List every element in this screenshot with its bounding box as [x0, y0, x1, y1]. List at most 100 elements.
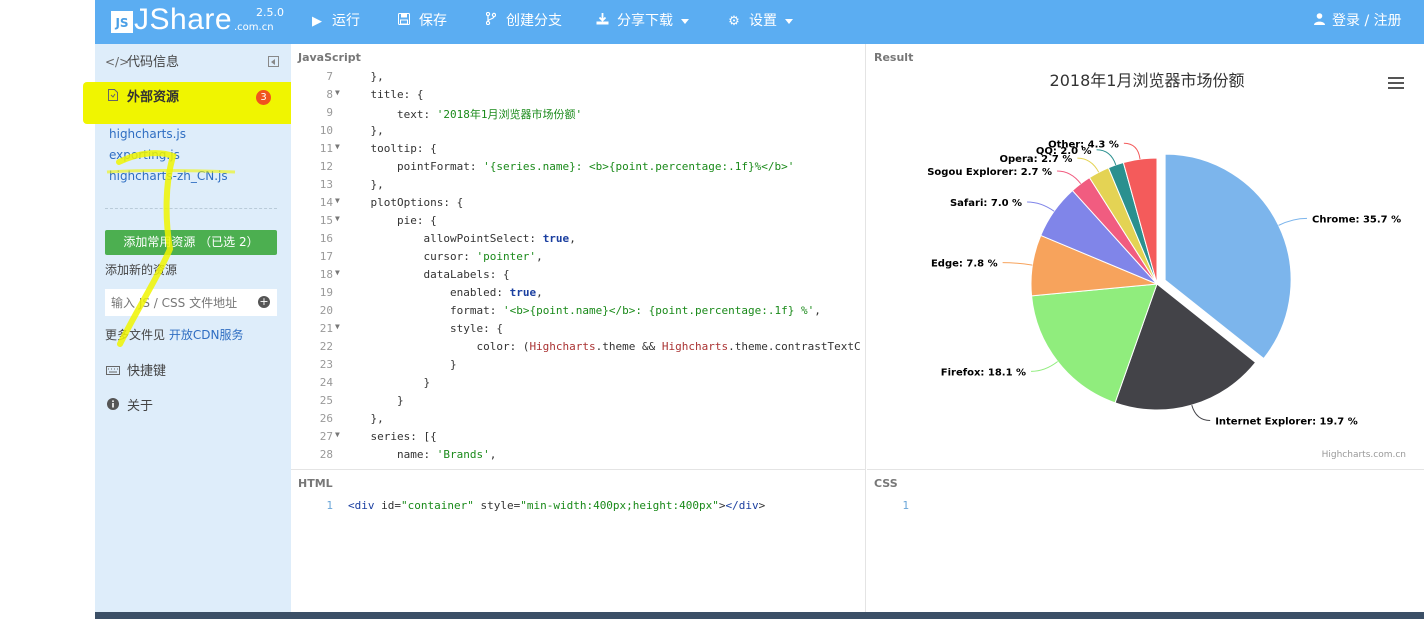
- css-editor-panel[interactable]: CSS 1: [867, 469, 1424, 612]
- code-line[interactable]: 1 <div id="container" style="min-width:40…: [291, 499, 866, 517]
- data-label-connector: [1191, 404, 1211, 421]
- line-number: 17: [319, 250, 333, 263]
- save-button[interactable]: 保存: [397, 0, 447, 44]
- resource-url-input[interactable]: [105, 289, 277, 316]
- code-text: pie: {: [344, 214, 437, 227]
- code-line[interactable]: 27 ▼ series: [{: [291, 430, 865, 448]
- code-text: cursor: 'pointer',: [344, 250, 543, 263]
- divider: [105, 208, 277, 209]
- run-button[interactable]: ▶ 运行: [310, 0, 360, 44]
- sidebar-item-label: 关于: [127, 399, 154, 414]
- create-branch-label: 创建分支: [506, 13, 562, 29]
- resource-count-badge: 3: [256, 90, 271, 105]
- login-register-label: 登录 / 注册: [1332, 13, 1402, 29]
- code-text: allowPointSelect: true,: [344, 232, 576, 245]
- javascript-editor-panel[interactable]: JavaScript 7 }, 8 ▼ title: {9 text: '2018年…: [291, 44, 866, 469]
- code-text: name: 'Brands',: [344, 448, 497, 461]
- data-label: Edge: 7.8 %: [931, 259, 998, 270]
- library-link[interactable]: highcharts.js: [109, 125, 186, 143]
- fold-toggle-icon[interactable]: ▼: [335, 268, 340, 277]
- code-line[interactable]: 18 ▼ dataLabels: {: [291, 268, 865, 286]
- code-line[interactable]: 8 ▼ title: {: [291, 88, 865, 106]
- pie-chart: 2018年1月浏览器市场份额 Chrome: 35.7 % Internet Ex…: [927, 71, 1406, 460]
- fold-toggle-icon[interactable]: ▼: [335, 196, 340, 205]
- line-number: 11: [319, 142, 333, 155]
- code-line[interactable]: 16 allowPointSelect: true,: [291, 232, 865, 250]
- line-number: 28: [319, 448, 333, 461]
- fold-toggle-icon[interactable]: ▼: [335, 322, 340, 331]
- result-panel: Result 2018年1月浏览器市场份额 Chrome: 35.7 % Inte…: [867, 44, 1424, 469]
- sidebar-item-shortcuts[interactable]: 快捷键: [105, 359, 166, 383]
- sidebar-item-code-info[interactable]: </>代码信息: [105, 50, 179, 74]
- code-line[interactable]: 22 color: (Highcharts.theme && Highchart…: [291, 340, 865, 358]
- line-number: 16: [319, 232, 333, 245]
- library-link[interactable]: highcharts-zh_CN.js: [109, 167, 228, 185]
- line-number: 22: [319, 340, 333, 353]
- code-icon: </>: [105, 55, 130, 69]
- add-common-resource-button[interactable]: 添加常用资源 （已选 2）: [105, 230, 277, 255]
- data-label-connector: [1027, 201, 1055, 212]
- code-line[interactable]: 12 pointFormat: '{series.name}: <b>{poin…: [291, 160, 865, 178]
- save-label: 保存: [419, 13, 447, 29]
- code-line[interactable]: 24 }: [291, 376, 865, 394]
- html-editor-panel[interactable]: HTML 1 <div id="container" style="min-wid…: [291, 469, 866, 612]
- code-line[interactable]: 20 format: '<b>{point.name}</b>: {point.…: [291, 304, 865, 322]
- code-line[interactable]: 25 }: [291, 394, 865, 412]
- user-icon: [1312, 1, 1326, 43]
- code-line[interactable]: 28 name: 'Brands',: [291, 448, 865, 466]
- code-text: },: [344, 412, 384, 425]
- line-number: 19: [319, 286, 333, 299]
- share-download-menu[interactable]: 分享下载: [595, 0, 689, 44]
- panel-title: JavaScript: [298, 51, 361, 64]
- logo-version: 2.5.0: [256, 6, 284, 19]
- html-code[interactable]: 1 <div id="container" style="min-width:40…: [291, 499, 866, 517]
- code-line[interactable]: 11 ▼ tooltip: {: [291, 142, 865, 160]
- line-number: 24: [319, 376, 333, 389]
- code-line[interactable]: 26 },: [291, 412, 865, 430]
- plus-circle-icon[interactable]: +: [258, 296, 270, 308]
- code-line[interactable]: 1: [867, 499, 1424, 517]
- data-label-connector: [1077, 157, 1100, 173]
- fold-toggle-icon[interactable]: ▼: [335, 88, 340, 97]
- code-line[interactable]: 10 },: [291, 124, 865, 142]
- code-line[interactable]: 7 },: [291, 70, 865, 88]
- info-icon: [105, 394, 121, 418]
- settings-menu[interactable]: ⚙ 设置: [727, 0, 793, 44]
- code-line[interactable]: 13 },: [291, 178, 865, 196]
- data-label: Safari: 7.0 %: [950, 198, 1022, 209]
- logo-name[interactable]: JShare: [134, 3, 232, 37]
- line-number: 23: [319, 358, 333, 371]
- code-line[interactable]: 14 ▼ plotOptions: {: [291, 196, 865, 214]
- top-toolbar: JS JShare .com.cn 2.5.0 ▶ 运行 保存 创建分支 分享下载…: [95, 0, 1424, 44]
- sidebar: </>代码信息 外部资源 3 highcharts.js exporting.j…: [83, 44, 297, 619]
- code-text: text: '2018年1月浏览器市场份额': [344, 108, 583, 121]
- code-line[interactable]: 9 text: '2018年1月浏览器市场份额': [291, 106, 865, 124]
- create-branch-button[interactable]: 创建分支: [484, 0, 562, 44]
- chart-credits[interactable]: Highcharts.com.cn: [1322, 450, 1406, 460]
- play-icon: ▶: [312, 14, 322, 29]
- code-text: color: (Highcharts.theme && Highcharts.t…: [344, 340, 861, 353]
- css-code[interactable]: 1: [867, 499, 1424, 517]
- code-line[interactable]: 21 ▼ style: {: [291, 322, 865, 340]
- code-text: title: {: [344, 88, 424, 101]
- fold-toggle-icon[interactable]: ▼: [335, 430, 340, 439]
- javascript-code[interactable]: 7 }, 8 ▼ title: {9 text: '2018年1月浏览器市场份额' 1…: [291, 70, 865, 466]
- branch-icon: [484, 1, 498, 43]
- code-line[interactable]: 15 ▼ pie: {: [291, 214, 865, 232]
- code-line[interactable]: 17 cursor: 'pointer',: [291, 250, 865, 268]
- floppy-icon: [397, 1, 411, 43]
- logo-domain: .com.cn: [234, 22, 274, 33]
- data-label-connector: [1123, 142, 1141, 160]
- sidebar-item-about[interactable]: 关于: [105, 394, 153, 418]
- sidebar-item-external-resources[interactable]: 外部资源: [105, 85, 179, 109]
- fold-toggle-icon[interactable]: ▼: [335, 214, 340, 223]
- line-number: 26: [319, 412, 333, 425]
- fold-toggle-icon[interactable]: ▼: [335, 142, 340, 151]
- login-register-link[interactable]: 登录 / 注册: [1312, 0, 1402, 44]
- library-link[interactable]: exporting.js: [109, 146, 180, 164]
- cdn-service-link[interactable]: 开放CDN服务: [169, 328, 244, 342]
- code-line[interactable]: 19 enabled: true,: [291, 286, 865, 304]
- collapse-sidebar-icon[interactable]: [268, 56, 279, 67]
- line-number: 9: [326, 106, 333, 119]
- code-line[interactable]: 23 }: [291, 358, 865, 376]
